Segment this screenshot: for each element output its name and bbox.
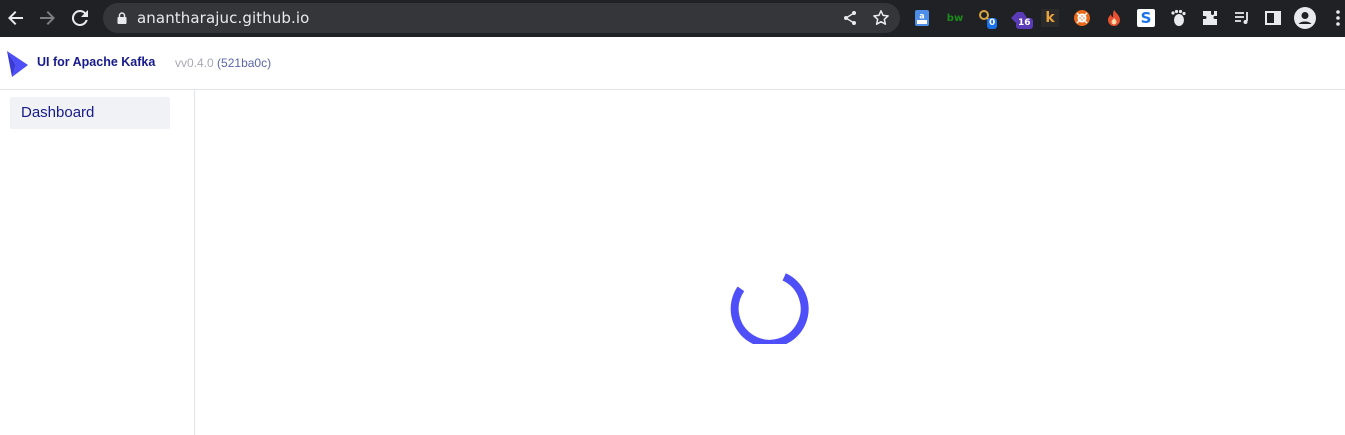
version-hash-link[interactable]: (521ba0c) [217, 56, 271, 70]
extension-key-icon[interactable]: 0 [976, 7, 998, 29]
browser-toolbar: anantharajuc.github.io a bw 0 16 k S [0, 0, 1345, 37]
side-panel-icon[interactable] [1262, 7, 1284, 29]
arrow-right-icon [40, 11, 55, 25]
extension-orange-circle-icon[interactable] [1071, 7, 1093, 29]
extensions-puzzle-icon[interactable] [1199, 7, 1221, 29]
extension-s-icon[interactable]: S [1135, 7, 1157, 29]
forward-button[interactable] [34, 5, 60, 31]
reading-list-icon[interactable] [1231, 7, 1253, 29]
loading-spinner-icon [730, 273, 809, 344]
reload-button[interactable] [67, 5, 93, 31]
arrow-left-icon [8, 11, 23, 25]
extension-puzzle-purple-icon[interactable]: 16 [1008, 7, 1033, 29]
reload-icon [71, 9, 88, 26]
lock-icon [117, 12, 127, 24]
app-title[interactable]: UI for Apache Kafka [37, 55, 155, 69]
url-text: anantharajuc.github.io [137, 9, 310, 27]
back-button[interactable] [3, 5, 29, 31]
sidebar: Dashboard [0, 90, 195, 435]
extension-flame-icon[interactable] [1103, 7, 1125, 29]
share-icon[interactable] [840, 8, 860, 28]
extension-a-icon[interactable]: a [911, 7, 933, 29]
sidebar-item-label: Dashboard [21, 104, 95, 121]
app-header: UI for Apache Kafka vv0.4.0 (521ba0c) [0, 37, 1345, 90]
profile-avatar-icon[interactable] [1294, 7, 1316, 29]
sidebar-item-dashboard[interactable]: Dashboard [10, 97, 170, 129]
main-content [196, 90, 1345, 435]
version-label: vv0.4.0 (521ba0c) [175, 56, 272, 70]
address-bar[interactable]: anantharajuc.github.io [103, 3, 900, 33]
bookmark-star-icon[interactable] [871, 8, 891, 28]
extension-k-icon[interactable]: k [1039, 7, 1061, 29]
extension-gnome-foot-icon[interactable] [1167, 7, 1189, 29]
svg-text:a: a [919, 12, 924, 21]
browser-menu-icon[interactable] [1327, 7, 1345, 29]
kafka-logo-icon[interactable] [6, 49, 30, 79]
extension-bw-icon[interactable]: bw [944, 7, 966, 29]
